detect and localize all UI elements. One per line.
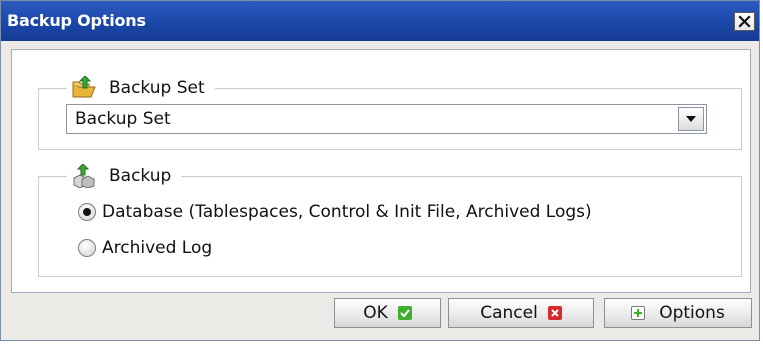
database-option[interactable]: Database (Tablespaces, Control & Init Fi… (78, 199, 592, 225)
backup-group-title: Backup (67, 163, 182, 189)
chevron-down-icon (686, 116, 696, 122)
dialog-title: Backup Options (7, 11, 146, 30)
backup-label: Backup (109, 166, 172, 186)
backup-set-label: Backup Set (109, 78, 205, 98)
check-icon (397, 306, 412, 320)
plus-icon (631, 306, 646, 320)
title-bar[interactable]: Backup Options (1, 1, 759, 41)
backup-group (38, 176, 742, 277)
cancel-x-icon (547, 306, 562, 320)
archived-log-option[interactable]: Archived Log (78, 235, 212, 261)
cancel-button[interactable]: Cancel (448, 298, 594, 328)
database-option-label: Database (Tablespaces, Control & Init Fi… (102, 202, 592, 222)
archived-log-option-label: Archived Log (102, 238, 213, 258)
dropdown-arrow-button[interactable] (678, 107, 704, 131)
archived-log-radio[interactable] (78, 239, 96, 257)
backup-cubes-icon (71, 163, 97, 189)
database-radio[interactable] (78, 203, 96, 221)
backup-set-group-title: Backup Set (67, 75, 215, 101)
options-button-label: Options (659, 303, 725, 323)
close-icon (738, 15, 751, 28)
backup-set-select[interactable]: Backup Set (66, 104, 707, 134)
backup-set-select-value: Backup Set (75, 109, 171, 129)
folder-up-icon (71, 75, 97, 100)
close-button[interactable] (734, 12, 755, 31)
options-button[interactable]: Options (604, 298, 752, 328)
backup-options-dialog: Backup Options Backup Set Backup Set Bac… (0, 0, 760, 341)
ok-button[interactable]: OK (334, 298, 441, 328)
ok-button-label: OK (363, 303, 388, 323)
cancel-button-label: Cancel (480, 303, 538, 323)
